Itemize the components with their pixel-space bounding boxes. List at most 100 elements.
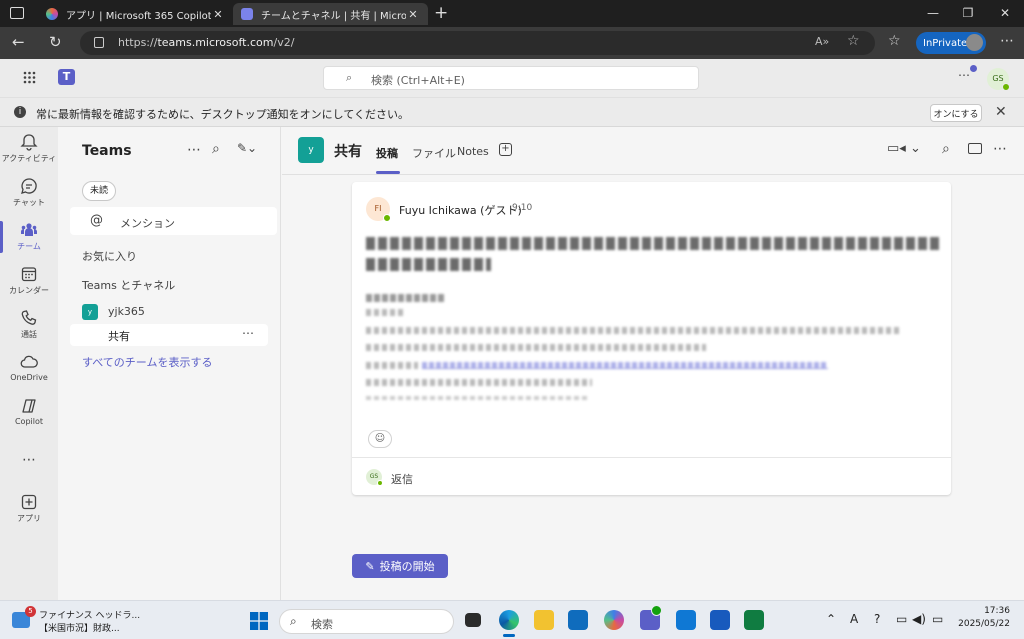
start-post-button[interactable]: ✎ 投稿の開始 (352, 554, 448, 578)
post-body-redacted (366, 344, 706, 351)
rail-item-teams[interactable]: チーム (0, 215, 58, 259)
notification-text: 常に最新情報を確認するために、デスクトップ通知をオンにしてください。 (36, 108, 410, 121)
dismiss-icon[interactable]: ✕ (995, 104, 1007, 120)
close-icon[interactable]: ✕ (406, 8, 420, 21)
search-icon[interactable]: ⌕ (942, 141, 950, 157)
taskbar-search-input[interactable]: ⌕ 検索 (279, 609, 454, 634)
window-close-icon[interactable]: ✕ (990, 4, 1020, 22)
close-icon[interactable]: ✕ (211, 8, 225, 21)
post-body-redacted (366, 396, 590, 400)
rail-item-apps[interactable]: アプリ (0, 487, 58, 531)
outlook-icon[interactable] (676, 610, 696, 630)
restore-icon[interactable]: ❐ (953, 4, 983, 22)
search-icon: ⌕ (346, 71, 353, 84)
more-icon[interactable]: ⋯ (958, 68, 970, 82)
reply-button[interactable]: 返信 (391, 471, 413, 487)
bell-icon (20, 134, 38, 151)
presence-available-icon (383, 214, 391, 222)
channel-info-icon[interactable] (968, 143, 982, 154)
tray-chevron-icon[interactable]: ⌃ (826, 612, 836, 626)
app-launcher-icon[interactable] (23, 71, 36, 84)
tab-files[interactable]: ファイル (412, 145, 456, 161)
post-divider (352, 457, 951, 458)
start-post-label: 投稿の開始 (379, 560, 435, 573)
post-link-redacted[interactable] (422, 362, 828, 369)
excel-icon[interactable] (744, 610, 764, 630)
more-options-icon[interactable]: ⋯ (187, 142, 201, 158)
copilot-app-icon[interactable] (604, 610, 624, 630)
profile-avatar (966, 34, 983, 51)
help-icon[interactable]: ? (874, 612, 880, 626)
word-icon[interactable] (710, 610, 730, 630)
minimize-icon[interactable]: — (918, 4, 948, 22)
tab-notes[interactable]: Notes (457, 145, 489, 158)
taskbar-search-placeholder: 検索 (311, 618, 333, 631)
more-icon[interactable]: ⋯ (993, 141, 1007, 157)
unread-filter-chip[interactable]: 未読 (82, 181, 116, 201)
start-icon[interactable] (250, 612, 268, 630)
rail-item-copilot[interactable]: Copilot (0, 391, 58, 435)
notification-banner: i 常に最新情報を確認するために、デスクトップ通知をオンにしてください。 オンに… (0, 97, 1024, 127)
favorites-icon[interactable]: ☆ (888, 33, 901, 49)
task-view-icon[interactable] (465, 613, 481, 627)
rail-item-calls[interactable]: 通話 (0, 303, 58, 347)
add-reaction-icon[interactable]: ☺ (368, 430, 392, 448)
news-widget[interactable]: 5 ファイナンス ヘッドラ... 【米国市況】財政... (8, 606, 140, 636)
team-name[interactable]: yjk365 (108, 305, 145, 318)
video-meet-icon[interactable]: ▭◂ ⌄ (887, 141, 921, 156)
rail-item-calendar[interactable]: カレンダー (0, 259, 58, 303)
channel-item-shared[interactable]: 共有 ⋯ (70, 324, 268, 346)
search-input[interactable]: ⌕ 検索 (Ctrl+Alt+E) (323, 66, 699, 90)
more-icon[interactable]: ⋯ (1000, 33, 1014, 49)
browser-tab-copilot[interactable]: アプリ | Microsoft 365 Copilot ✕ (38, 3, 233, 25)
favorite-star-icon[interactable]: ☆ (847, 33, 860, 49)
favorites-heading[interactable]: お気に入り (82, 248, 137, 264)
browser-tab-teams[interactable]: チームとチャネル | 共有 | Microsoft Te ✕ (233, 3, 428, 25)
refresh-icon[interactable]: ↻ (49, 33, 62, 51)
ime-icon[interactable]: A (850, 612, 858, 626)
copilot-icon (22, 399, 36, 413)
rail-label: アプリ (17, 514, 41, 523)
back-icon[interactable]: ← (12, 33, 25, 51)
url-text: https://teams.microsoft.com/v2/ (118, 36, 295, 49)
url-field[interactable]: https://teams.microsoft.com/v2/ A» ☆ (80, 31, 875, 55)
tab-posts[interactable]: 投稿 (376, 145, 398, 161)
teams-presence-icon (651, 605, 662, 616)
tab-title: チームとチャネル | 共有 | Microsoft Te (261, 10, 406, 22)
channel-label: 共有 (108, 330, 130, 343)
show-all-teams-link[interactable]: すべてのチームを表示する (82, 354, 212, 370)
add-tab-icon[interactable]: + (499, 143, 512, 156)
clock[interactable]: 17:36 2025/05/22 (950, 606, 1010, 629)
edge-icon[interactable] (499, 610, 519, 630)
post-subject-redacted (366, 237, 941, 250)
rail-label: OneDrive (10, 373, 48, 382)
search-icon[interactable]: ⌕ (212, 141, 220, 157)
channel-more-icon[interactable]: ⋯ (242, 326, 254, 340)
more-apps-icon[interactable]: ⋯ (22, 452, 36, 468)
compose-icon[interactable]: ✎⌄ (237, 141, 257, 155)
teams-channels-heading[interactable]: Teams とチャネル (82, 277, 175, 293)
post-body-redacted (366, 379, 592, 386)
copilot-favicon-icon (46, 8, 58, 20)
clock-date: 2025/05/22 (958, 619, 1010, 629)
enable-notifications-button[interactable]: オンにする (930, 104, 982, 122)
nav-item-mentions[interactable]: @ メンション (70, 207, 277, 235)
user-avatar[interactable]: GS (987, 68, 1010, 91)
store-icon[interactable] (568, 610, 588, 630)
volume-icon[interactable]: ◀) (912, 612, 926, 626)
rail-item-chat[interactable]: チャット (0, 171, 58, 215)
rail-item-activity[interactable]: アクティビティ (0, 127, 58, 171)
teams-topbar: T ⌕ 検索 (Ctrl+Alt+E) ⋯ GS (0, 59, 1024, 97)
file-explorer-icon[interactable] (534, 610, 554, 630)
tab-actions-icon[interactable] (10, 7, 24, 19)
network-icon[interactable]: ▭ (896, 612, 907, 626)
notification-dot (970, 65, 977, 72)
rail-item-onedrive[interactable]: OneDrive (0, 347, 58, 391)
battery-icon[interactable]: ▭ (932, 612, 943, 626)
read-aloud-icon[interactable]: A» (815, 35, 829, 48)
mentions-label: メンション (120, 217, 175, 230)
inprivate-badge[interactable]: InPrivate (916, 32, 986, 54)
teams-favicon-icon (241, 8, 253, 20)
new-tab-icon[interactable]: + (434, 3, 448, 23)
channel-title: 共有 (334, 144, 362, 160)
